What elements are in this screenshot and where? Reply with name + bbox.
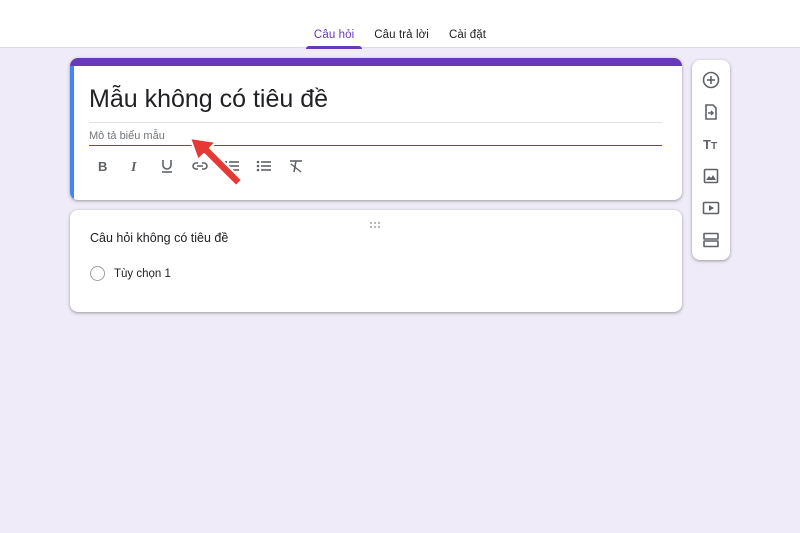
format-toolbar: B I bbox=[96, 156, 320, 176]
form-description-input[interactable]: Mô tả biểu mẫu bbox=[89, 130, 662, 146]
add-question-icon[interactable] bbox=[699, 68, 723, 92]
card-top-accent bbox=[70, 58, 682, 66]
add-title-icon[interactable]: TT bbox=[699, 132, 723, 156]
drag-handle-icon[interactable] bbox=[368, 216, 384, 228]
question-title[interactable]: Câu hỏi không có tiêu đề bbox=[90, 231, 228, 245]
top-bar: Câu hỏi Câu trả lời Cài đặt bbox=[0, 0, 800, 49]
link-icon[interactable] bbox=[192, 156, 224, 176]
bold-icon[interactable]: B bbox=[96, 156, 128, 176]
tab-questions[interactable]: Câu hỏi bbox=[305, 29, 363, 49]
numbered-list-icon[interactable] bbox=[224, 156, 256, 176]
svg-text:B: B bbox=[98, 159, 107, 173]
form-title-input[interactable]: Mẫu không có tiêu đề bbox=[89, 84, 662, 123]
italic-icon[interactable]: I bbox=[128, 156, 160, 176]
tab-bar: Câu hỏi Câu trả lời Cài đặt bbox=[0, 0, 800, 49]
tab-responses[interactable]: Câu trả lời bbox=[366, 29, 437, 48]
svg-text:T: T bbox=[711, 141, 717, 152]
clear-format-icon[interactable] bbox=[288, 156, 320, 176]
add-section-icon[interactable] bbox=[699, 228, 723, 252]
form-header-card[interactable]: Mẫu không có tiêu đề Mô tả biểu mẫu B I bbox=[70, 58, 682, 200]
radio-button[interactable] bbox=[90, 266, 105, 281]
underline-icon[interactable] bbox=[160, 156, 192, 176]
svg-text:I: I bbox=[130, 160, 137, 173]
active-card-indicator bbox=[70, 66, 74, 200]
option-row[interactable]: Tùy chọn 1 bbox=[90, 266, 171, 281]
side-toolbar: TT bbox=[692, 60, 730, 260]
option-label[interactable]: Tùy chọn 1 bbox=[114, 268, 171, 280]
import-questions-icon[interactable] bbox=[699, 100, 723, 124]
add-video-icon[interactable] bbox=[699, 196, 723, 220]
tab-settings[interactable]: Cài đặt bbox=[441, 29, 494, 48]
bulleted-list-icon[interactable] bbox=[256, 156, 288, 176]
question-card[interactable]: Câu hỏi không có tiêu đề Tùy chọn 1 bbox=[70, 210, 682, 312]
svg-text:T: T bbox=[703, 137, 711, 152]
add-image-icon[interactable] bbox=[699, 164, 723, 188]
